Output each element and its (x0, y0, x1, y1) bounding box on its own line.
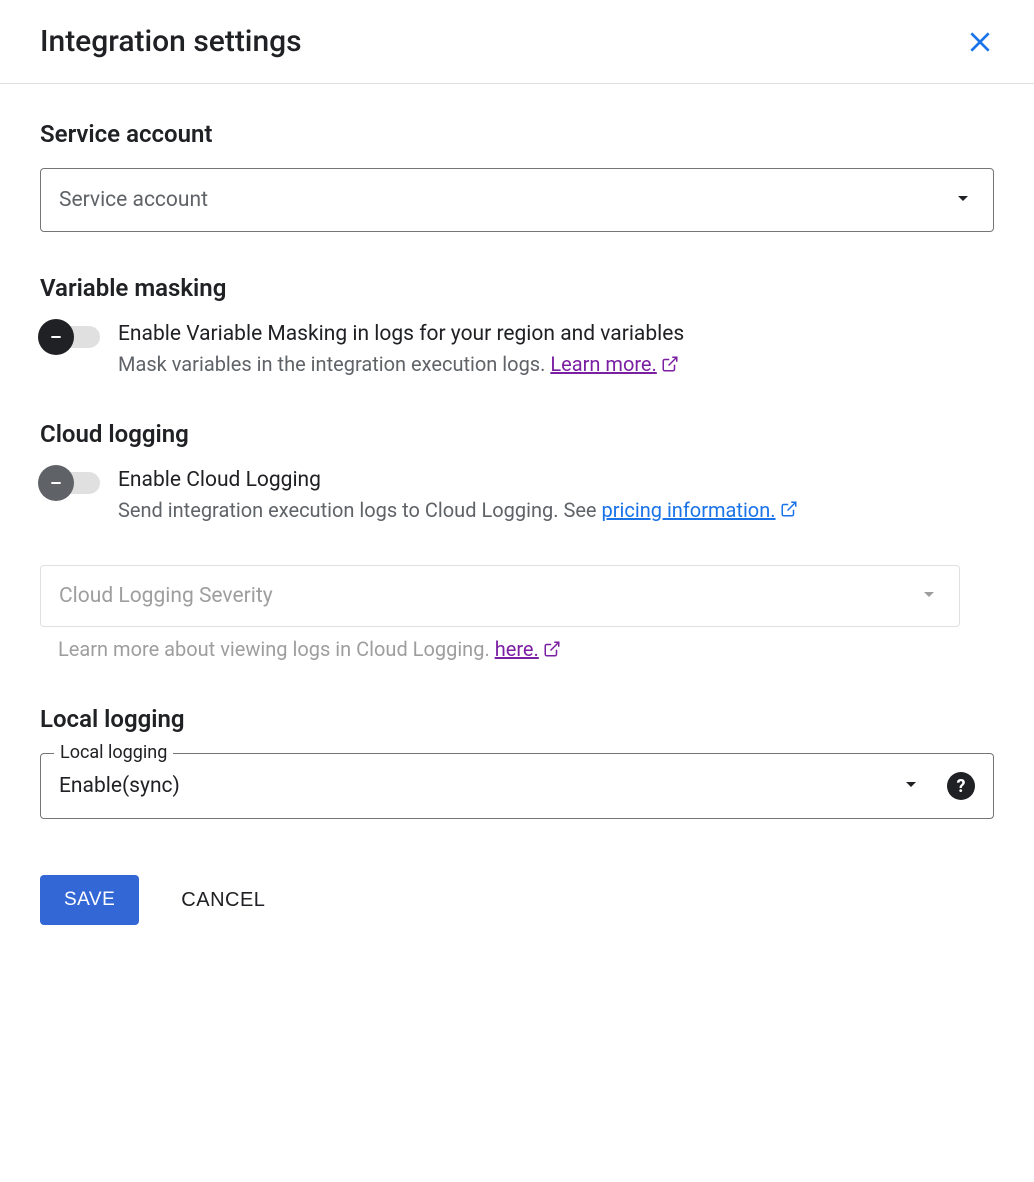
local-logging-field: Local logging Enable(sync) ? (40, 753, 994, 819)
variable-masking-row: Enable Variable Masking in logs for your… (40, 322, 994, 378)
service-account-dropdown[interactable]: Service account (40, 168, 994, 232)
local-logging-dropdown[interactable]: Enable(sync) ? (40, 753, 994, 819)
cloud-logging-row: Enable Cloud Logging Send integration ex… (40, 468, 994, 524)
dialog-content: Service account Service account Variable… (0, 84, 1034, 961)
external-link-icon (780, 499, 798, 523)
variable-masking-label: Enable Variable Masking in logs for your… (118, 322, 994, 346)
toggle-knob-icon (38, 465, 74, 501)
close-icon (967, 29, 993, 55)
toggle-knob-icon (38, 319, 74, 355)
variable-masking-desc: Mask variables in the integration execut… (118, 352, 994, 378)
dialog-header: Integration settings (0, 0, 1034, 84)
local-logging-field-label: Local logging (54, 742, 173, 763)
chevron-down-icon (917, 582, 941, 610)
cloud-logging-here-link[interactable]: here. (495, 637, 539, 661)
cloud-logging-helper: Learn more about viewing logs in Cloud L… (40, 637, 960, 663)
help-icon[interactable]: ? (947, 772, 975, 800)
external-link-icon (661, 354, 679, 378)
dialog-footer: SAVE CANCEL (40, 875, 994, 925)
dialog-title: Integration settings (40, 24, 302, 59)
external-link-icon (543, 639, 561, 663)
service-account-title: Service account (40, 120, 994, 148)
variable-masking-title: Variable masking (40, 274, 994, 302)
variable-masking-toggle[interactable] (40, 326, 100, 348)
local-logging-value: Enable(sync) (59, 774, 899, 798)
close-button[interactable] (966, 28, 994, 56)
chevron-down-icon (951, 186, 975, 214)
cloud-logging-toggle[interactable] (40, 472, 100, 494)
cloud-logging-severity-dropdown[interactable]: Cloud Logging Severity (40, 565, 960, 627)
cloud-logging-title: Cloud logging (40, 420, 994, 448)
local-logging-title: Local logging (40, 705, 994, 733)
cloud-logging-label: Enable Cloud Logging (118, 468, 994, 492)
save-button[interactable]: SAVE (40, 875, 139, 925)
cancel-button[interactable]: CANCEL (181, 889, 265, 912)
pricing-information-link[interactable]: pricing information. (602, 498, 776, 522)
cloud-logging-desc: Send integration execution logs to Cloud… (118, 498, 994, 524)
cloud-logging-severity-placeholder: Cloud Logging Severity (59, 584, 273, 608)
chevron-down-icon (899, 772, 923, 800)
variable-masking-learn-more-link[interactable]: Learn more. (550, 352, 656, 376)
service-account-placeholder: Service account (59, 188, 208, 212)
